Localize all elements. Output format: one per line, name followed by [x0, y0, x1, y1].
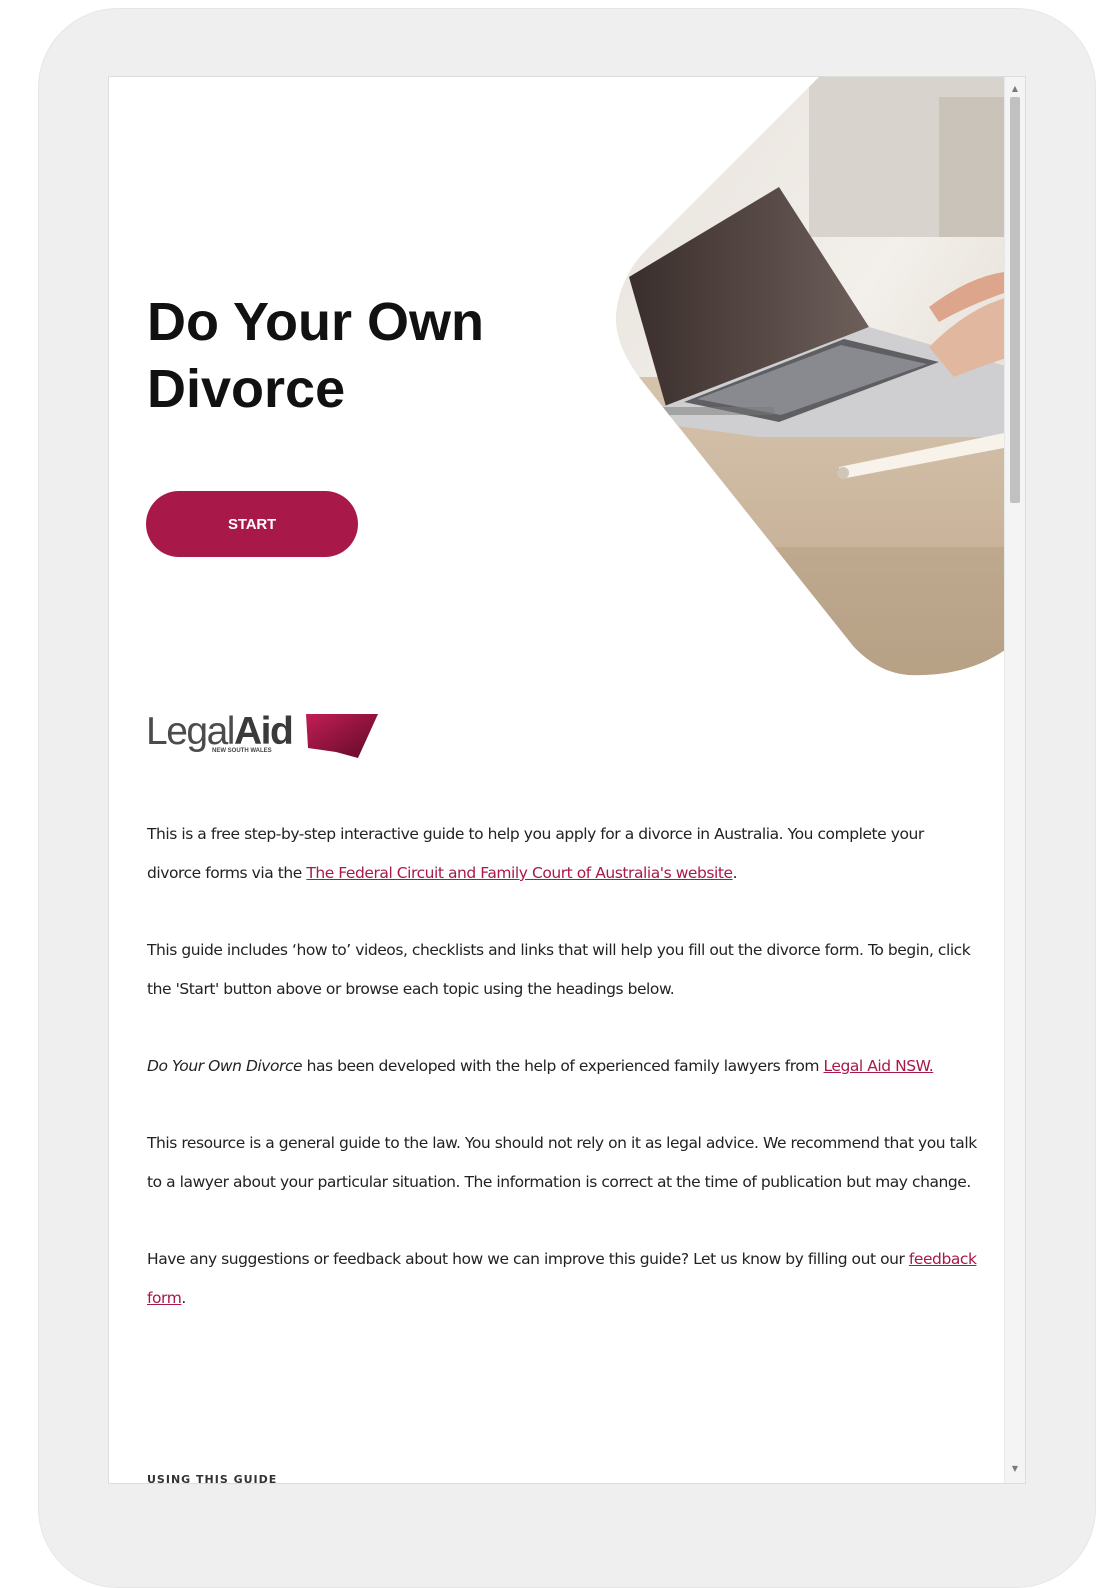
intro-paragraph-4: This resource is a general guide to the …	[147, 1134, 977, 1191]
legal-aid-nsw-logo: LegalAid NEW SOUTH WALES	[146, 709, 386, 765]
hero-laptop-image	[609, 77, 1009, 677]
legal-aid-nsw-link[interactable]: Legal Aid NSW.	[823, 1057, 933, 1075]
scroll-up-arrow-icon[interactable]: ▲	[1005, 79, 1025, 99]
logo-word-aid: Aid	[233, 710, 294, 753]
start-button[interactable]: START	[146, 491, 358, 557]
scroll-thumb[interactable]	[1010, 97, 1020, 503]
fcfcoa-website-link[interactable]: The Federal Circuit and Family Court of …	[306, 864, 733, 882]
intro-content: This is a free step-by-step interactive …	[147, 815, 977, 1356]
logo-word-legal: Legal	[146, 710, 235, 753]
page-title-line2: Divorce	[147, 359, 346, 419]
intro-paragraph-5: Have any suggestions or feedback about h…	[147, 1250, 977, 1307]
browser-viewport: Do Your Own Divorce START LegalAid NEW S…	[108, 76, 1026, 1484]
intro-paragraph-3: Do Your Own Divorce has been developed w…	[147, 1057, 934, 1075]
scroll-down-arrow-icon[interactable]: ▼	[1005, 1459, 1025, 1479]
intro-paragraph-2: This guide includes ‘how to’ videos, che…	[147, 941, 971, 998]
page-title-line1: Do Your Own	[147, 292, 484, 352]
logo-mark-icon	[306, 714, 378, 758]
vertical-scrollbar[interactable]: ▲ ▼	[1004, 77, 1025, 1483]
logo-subtitle: NEW SOUTH WALES	[212, 748, 272, 754]
section-heading-using-this-guide: USING THIS GUIDE	[147, 1473, 278, 1484]
page-title: Do Your Own Divorce	[147, 289, 607, 423]
intro-paragraph-1: This is a free step-by-step interactive …	[147, 825, 924, 882]
